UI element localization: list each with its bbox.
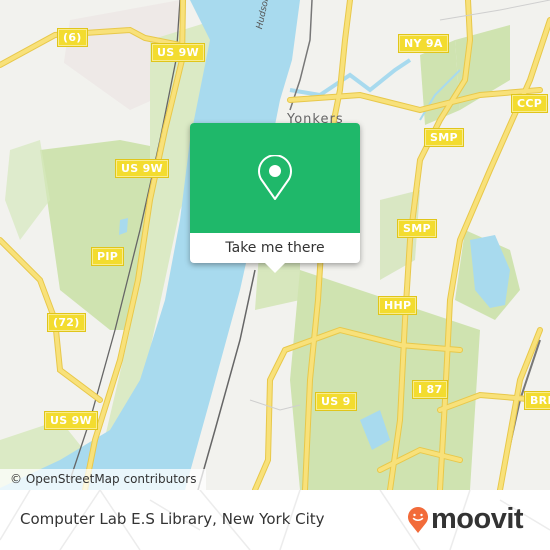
moovit-pin-icon [408,506,428,533]
road-shield-ny9a: NY 9A [398,34,449,53]
popup-header [190,123,360,233]
location-title: Computer Lab E.S Library, New York City [20,510,325,528]
map-view[interactable]: Yonkers Hudson (6) US 9W US 9W PIP (72) … [0,0,550,490]
road-shield-hhp: HHP [377,296,418,315]
map-pin-icon [258,155,292,200]
map-attribution[interactable]: © OpenStreetMap contributors [0,469,207,490]
road-shield-72: (72) [47,313,86,332]
road-shield-us9w: US 9W [151,43,205,62]
road-shield-pip: PIP [90,247,125,266]
take-me-there-button[interactable]: Take me there [190,233,360,263]
road-shield-us9w: US 9W [44,411,98,430]
road-shield-us9w: US 9W [115,159,169,178]
moovit-wordmark: moovit [431,503,524,535]
road-shield-ccp: CCP [510,94,549,113]
road-shield-smp: SMP [424,128,464,147]
road-shield-i87: I 87 [411,380,449,399]
moovit-logo[interactable]: moovit [407,503,524,536]
popup-pointer [265,263,285,273]
road-shield-brp: BRP [524,391,550,410]
road-shield-6: (6) [57,28,88,47]
road-shield-us9: US 9 [315,392,357,411]
footer-bar: Computer Lab E.S Library, New York City … [0,490,550,550]
road-shield-smp: SMP [397,219,437,238]
location-popup: Take me there [190,123,360,273]
